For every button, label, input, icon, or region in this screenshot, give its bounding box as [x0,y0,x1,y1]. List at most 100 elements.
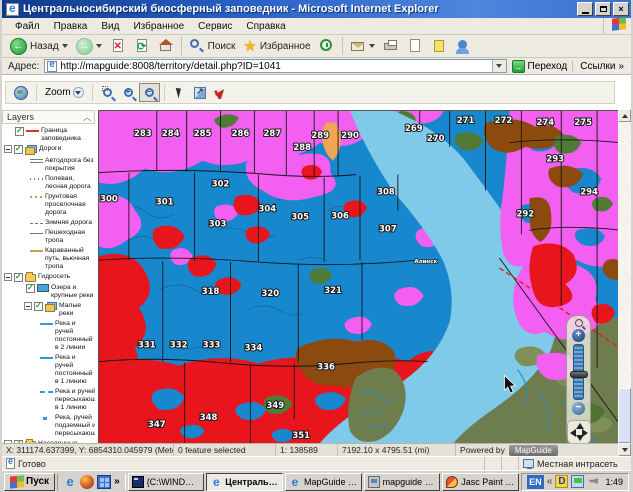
status-message: Готово [2,457,485,470]
search-button[interactable]: Поиск [185,37,240,55]
menu-item-сервис[interactable]: Сервис [191,19,239,34]
favorites-button[interactable]: ★ Избранное [239,36,314,56]
go-icon: → [512,60,525,73]
digitize-icon [215,86,228,99]
map-quadrant-label: 288 [293,142,311,152]
expand-collapse-icon[interactable] [4,145,12,153]
history-button[interactable] [315,37,339,55]
layer-visibility-checkbox[interactable] [14,273,23,282]
mail-dropdown-icon[interactable] [369,44,375,48]
select-button[interactable] [169,83,190,102]
map-image[interactable]: 2832842852862872882892902692702712722742… [99,111,622,448]
links-bar[interactable]: Ссылки » [572,61,629,72]
links-overflow-chevron[interactable]: » [618,61,624,72]
pan-dpad[interactable] [567,420,591,444]
scroll-down-button[interactable] [618,443,631,456]
address-input[interactable]: http://mapguide:8008/territory/detail.ph… [44,59,506,73]
layer-visibility-checkbox[interactable] [14,145,23,154]
page-scrollbar[interactable] [618,109,631,456]
expand-collapse-icon[interactable] [24,302,32,310]
map-quadrant-label: 274 [536,117,554,127]
go-button[interactable]: → Переход [507,60,573,73]
taskbar-task-button[interactable]: eMapGuide Open Sou... [285,473,362,491]
quick-launch-overflow-chevron[interactable]: » [114,476,120,487]
start-button[interactable]: Пуск [4,473,55,491]
layer-item[interactable]: Гидросеть [2,272,95,283]
menu-item-справка[interactable]: Справка [239,19,292,34]
selection-status: 0 feature selected [174,444,276,456]
zoom-dropdown-button[interactable]: Zoom [41,83,88,102]
initial-view-button[interactable] [10,83,32,102]
notes-button[interactable] [427,37,451,55]
messenger-button[interactable] [451,37,475,55]
map-quadrant-label: 347 [148,419,166,429]
layer-item[interactable]: Дороги [2,144,95,156]
refresh-button[interactable]: ⟳ [130,37,154,55]
tray-download-icon[interactable]: D [555,475,568,488]
favorites-star-icon: ★ [243,37,256,55]
scrollbar-thumb[interactable] [618,388,631,443]
menu-item-избранное[interactable]: Избранное [126,19,191,34]
zoom-out-button[interactable]: − [139,83,160,102]
mail-button[interactable] [346,37,379,55]
back-button[interactable]: ← Назад [6,37,72,56]
layer-item[interactable]: Озера и крупные реки [2,283,95,301]
line-blue-icon [40,357,53,359]
quick-launch-desktop-icon[interactable] [97,475,111,489]
language-indicator[interactable]: EN [527,475,544,489]
forward-dropdown-icon[interactable] [96,44,102,48]
status-cell [502,457,519,470]
digitize-button[interactable] [211,83,232,102]
edit-button[interactable] [403,37,427,55]
windows-flag-icon [612,17,627,32]
tray-volume-icon[interactable] [587,475,600,488]
taskbar-task-button[interactable]: mapguide - Удален... [364,473,441,491]
layers-panel-header[interactable]: Layers ︿ [2,110,95,124]
layer-visibility-checkbox[interactable] [26,284,35,293]
map-quadrant-label: 302 [212,179,230,189]
map-quadrant-label: 301 [156,196,174,206]
map-quadrant-label: 289 [311,130,329,140]
quick-launch-media-icon[interactable] [80,475,94,489]
zoom-rectangle-button[interactable] [97,83,118,102]
layer-label: Малые реки [59,302,94,318]
taskbar-task-button[interactable]: {C:\WINDOWS\syst... [128,473,205,491]
legend-item: Зимняя дорога [2,218,95,228]
expand-collapse-icon[interactable] [4,273,12,281]
home-button[interactable] [154,37,178,55]
layer-item[interactable]: Малые реки [2,301,95,319]
quick-launch-ie-icon[interactable]: e [63,475,77,489]
fill-blue-icon [37,284,49,292]
restore-button[interactable] [595,2,611,16]
taskbar-task-button[interactable]: eЦентральносиби... [206,473,283,491]
zoom-slider-thumb[interactable] [570,371,588,378]
slider-zoom-in-button[interactable]: + [572,329,585,342]
stop-button[interactable]: ✕ [106,37,130,55]
print-button[interactable] [379,37,403,55]
task-label: {C:\WINDOWS\syst... [147,477,201,487]
slider-zoom-out-button[interactable]: − [572,402,585,415]
menu-item-вид[interactable]: Вид [94,19,126,34]
tray-network-icon[interactable] [571,475,584,488]
menu-item-файл[interactable]: Файл [8,19,47,34]
collapse-chevron-icon[interactable]: ︿ [83,112,90,123]
scrollbar-track[interactable] [618,122,631,443]
forward-button[interactable]: → [72,37,106,56]
tray-chevron[interactable]: « [547,476,553,487]
minimize-button[interactable] [577,2,593,16]
layer-label: Зимняя дорога [45,219,94,227]
menu-item-правка[interactable]: Правка [47,19,95,34]
back-dropdown-icon[interactable] [62,44,68,48]
layer-visibility-checkbox[interactable] [34,302,43,311]
close-button[interactable]: × [613,2,629,16]
map-viewport[interactable]: 2832842852862872882892902692702712722742… [98,110,623,449]
zoom-slider-track[interactable] [573,344,584,400]
layer-item[interactable]: Граница заповедника [2,126,95,144]
taskbar-task-button[interactable]: Jasc Paint Shop Pro ... [442,473,519,491]
layer-label: Озера и крупные реки [51,284,94,300]
pan-button[interactable] [190,83,211,102]
zoom-in-button[interactable]: + [118,83,139,102]
scroll-up-button[interactable] [618,109,631,122]
layer-visibility-checkbox[interactable] [15,127,24,136]
address-dropdown-button[interactable] [492,60,506,72]
